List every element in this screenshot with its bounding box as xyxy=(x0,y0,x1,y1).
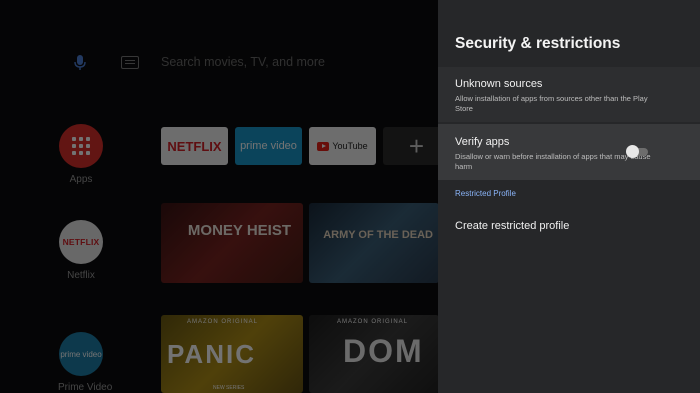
item-subtitle: Disallow or warn before installation of … xyxy=(455,152,651,171)
panel-title: Security & restrictions xyxy=(455,35,621,52)
restricted-profile-section-header: Restricted Profile xyxy=(455,189,516,198)
sidebar-netflix[interactable]: NETFLIX Netflix xyxy=(58,220,104,281)
favorite-youtube[interactable]: YouTube xyxy=(309,127,376,165)
poster-dom[interactable]: AMAZON ORIGINAL DOM xyxy=(309,315,438,393)
plus-icon: + xyxy=(408,131,425,161)
tv-launcher-background: Search movies, TV, and more Apps NETFLIX… xyxy=(0,0,438,393)
apps-grid-icon xyxy=(59,124,103,168)
youtube-play-icon xyxy=(317,141,330,151)
netflix-logo-icon: NETFLIX xyxy=(59,220,103,264)
verify-apps-item[interactable]: Verify apps Disallow or warn before inst… xyxy=(438,124,700,180)
sidebar-apps[interactable]: Apps xyxy=(58,124,104,185)
sidebar-prime-video[interactable]: prime video Prime Video xyxy=(58,332,113,393)
favorite-netflix[interactable]: NETFLIX xyxy=(161,127,228,165)
sidebar-label: Netflix xyxy=(67,270,95,281)
create-restricted-profile-item[interactable]: Create restricted profile xyxy=(455,220,569,232)
microphone-icon[interactable] xyxy=(70,52,90,72)
unknown-sources-item[interactable]: Unknown sources Allow installation of ap… xyxy=(438,67,700,122)
settings-panel: Security & restrictions Unknown sources … xyxy=(438,0,700,393)
item-title: Unknown sources xyxy=(455,78,543,90)
favorite-prime-video[interactable]: prime video xyxy=(235,127,302,165)
toggle-thumb xyxy=(626,145,639,158)
sidebar-label: Apps xyxy=(69,174,93,185)
add-favorite-button[interactable]: + xyxy=(383,127,438,165)
poster-army-of-the-dead[interactable]: ARMY OF THE DEAD xyxy=(309,203,438,283)
poster-money-heist[interactable]: MONEY HEIST xyxy=(161,203,303,283)
item-subtitle: Allow installation of apps from sources … xyxy=(455,94,648,113)
sidebar-label: Prime Video xyxy=(58,382,113,393)
keyboard-icon[interactable] xyxy=(121,56,139,69)
prime-video-logo-icon: prime video xyxy=(59,332,103,376)
item-title: Verify apps xyxy=(455,136,510,148)
verify-apps-toggle[interactable] xyxy=(626,145,650,159)
poster-panic[interactable]: AMAZON ORIGINAL PANIC NEW SERIES xyxy=(161,315,303,393)
search-placeholder[interactable]: Search movies, TV, and more xyxy=(161,55,325,69)
